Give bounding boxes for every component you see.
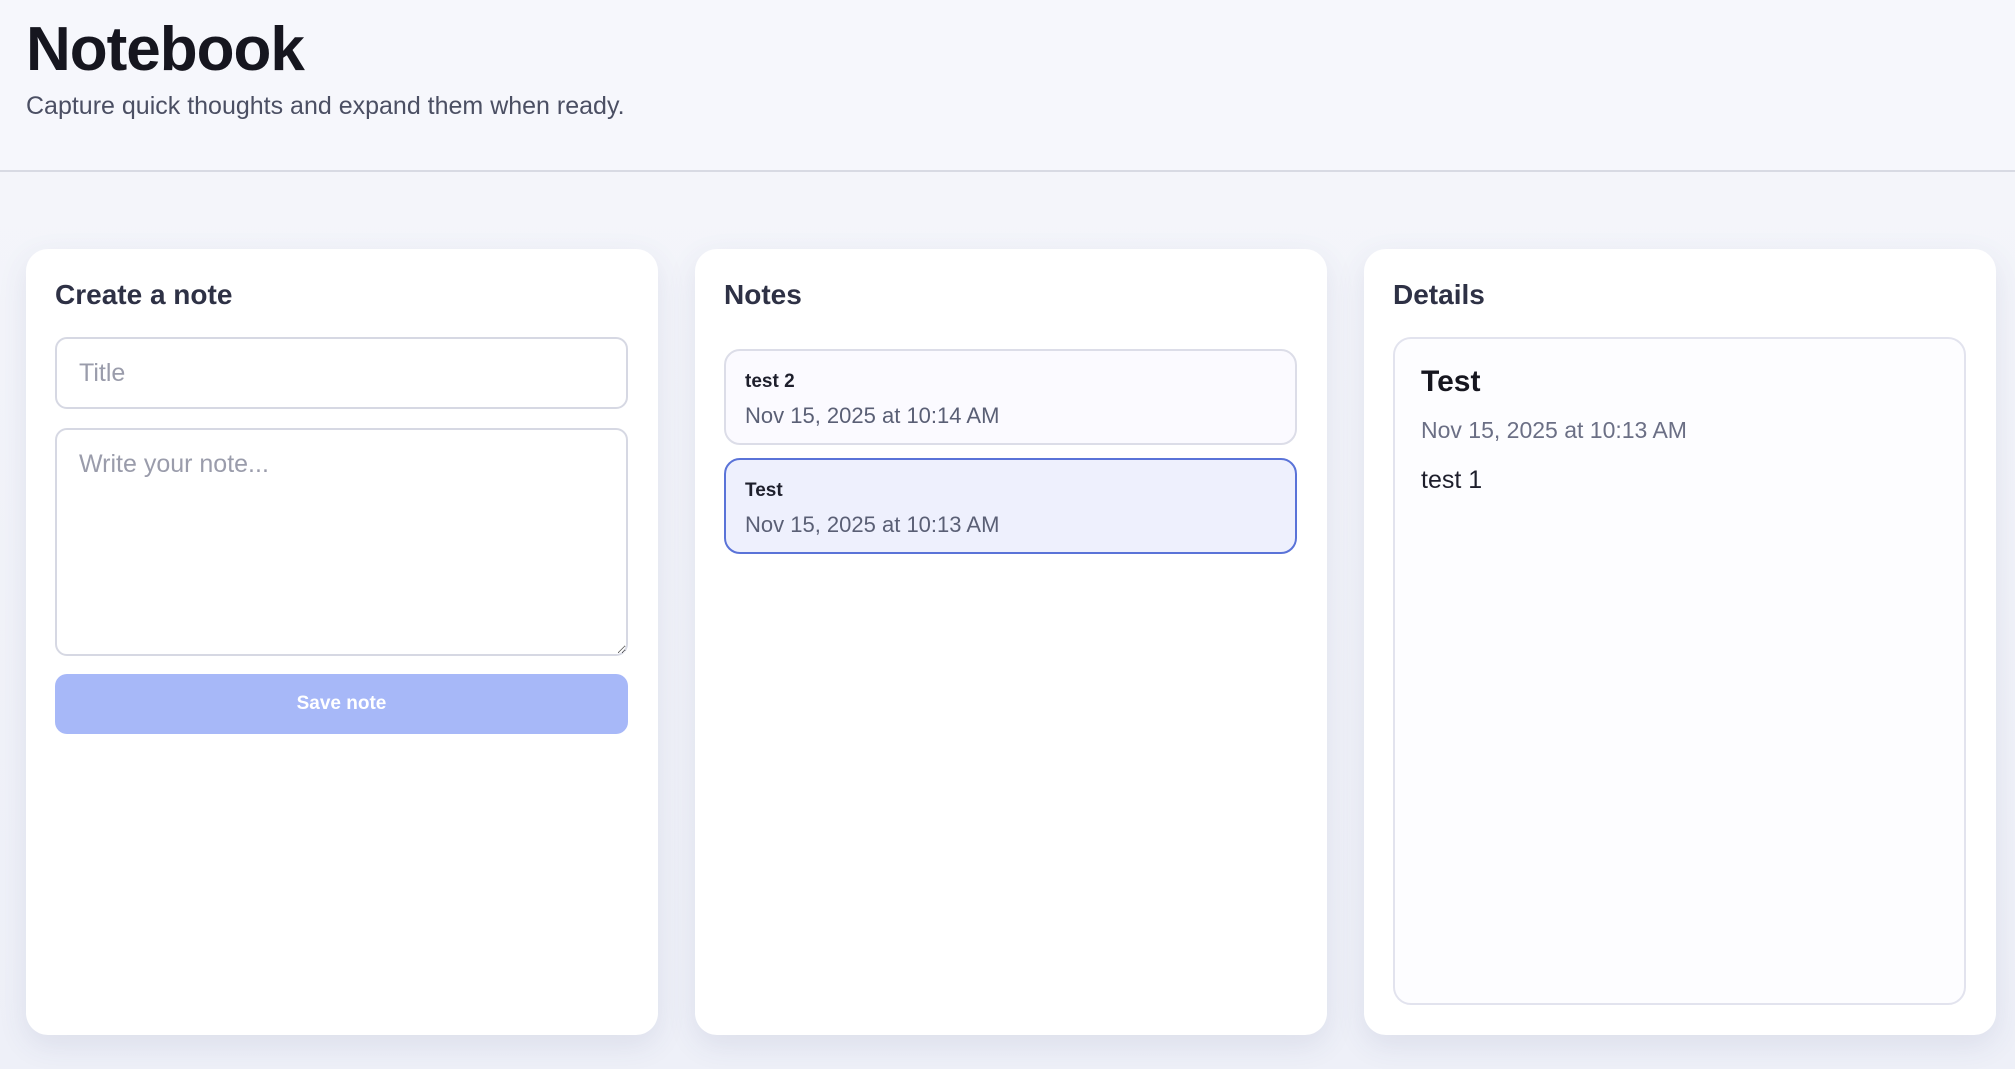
details-heading: Details [1393, 279, 1485, 310]
page-subtitle: Capture quick thoughts and expand them w… [26, 92, 625, 120]
create-note-panel: Create a note Save note [26, 249, 658, 1035]
page-title: Notebook [26, 15, 305, 84]
detail-note-title: Test [1421, 365, 1481, 398]
note-list-item[interactable]: test 2 Nov 15, 2025 at 10:14 AM [724, 349, 1297, 445]
note-detail-card: Test Nov 15, 2025 at 10:13 AM test 1 [1393, 337, 1966, 1005]
details-panel: Details Test Nov 15, 2025 at 10:13 AM te… [1364, 249, 1996, 1035]
note-title-input[interactable] [55, 337, 628, 409]
note-item-title: Test [745, 480, 783, 501]
notes-panel: Notes test 2 Nov 15, 2025 at 10:14 AM Te… [695, 249, 1327, 1035]
detail-note-body: test 1 [1421, 466, 1483, 494]
note-list-item-selected[interactable]: Test Nov 15, 2025 at 10:13 AM [724, 458, 1297, 554]
note-list: test 2 Nov 15, 2025 at 10:14 AM Test Nov… [724, 349, 1297, 567]
notes-heading: Notes [724, 279, 802, 310]
note-item-date: Nov 15, 2025 at 10:13 AM [745, 512, 1000, 537]
detail-note-date: Nov 15, 2025 at 10:13 AM [1421, 417, 1687, 443]
note-item-date: Nov 15, 2025 at 10:14 AM [745, 403, 1000, 428]
app-header: Notebook Capture quick thoughts and expa… [0, 0, 2015, 172]
note-body-textarea[interactable] [55, 428, 628, 656]
note-item-title: test 2 [745, 371, 795, 392]
create-note-heading: Create a note [55, 279, 233, 310]
save-note-button[interactable]: Save note [55, 674, 628, 734]
